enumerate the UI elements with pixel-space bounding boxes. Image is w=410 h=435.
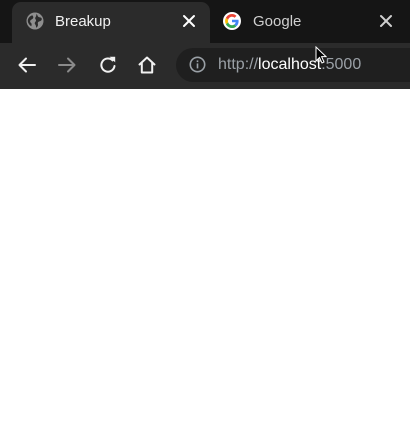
url-port: :5000 [321,56,362,73]
google-icon [223,12,241,30]
url-text[interactable]: http://localhost:5000 [218,56,361,74]
globe-icon [26,12,44,30]
tab-strip: Breakup Google [0,0,410,43]
mouse-cursor-icon [315,46,327,64]
tab-title: Google [253,13,302,30]
forward-button[interactable] [56,54,78,76]
close-icon[interactable] [182,14,196,28]
tab-google[interactable]: Google [210,2,410,43]
toolbar: http://localhost:5000 [0,43,410,89]
back-button[interactable] [16,54,38,76]
close-icon[interactable] [379,14,393,28]
home-button[interactable] [136,54,158,76]
reload-button[interactable] [97,54,119,76]
info-icon[interactable] [189,56,206,73]
url-scheme: http:// [218,56,259,73]
url-host: localhost [258,56,322,73]
tab-title: Breakup [55,13,111,30]
address-bar[interactable]: http://localhost:5000 [176,48,410,82]
browser-chrome: Breakup Google http://localhost:5000 [0,0,410,89]
page-content [0,89,410,435]
tab-breakup[interactable]: Breakup [12,2,210,43]
